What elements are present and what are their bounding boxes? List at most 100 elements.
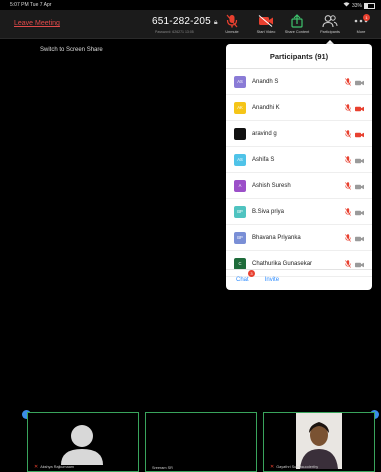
participants-list: AS Anandh S AK Anandhi K aravind g AS Ashifa S…	[226, 69, 372, 277]
mic-muted-icon	[345, 229, 351, 247]
avatar: AS	[234, 153, 246, 166]
avatar: AS	[234, 75, 246, 88]
participant-row[interactable]: BP B.Siva priya	[226, 199, 372, 225]
panel-footer: Chat 3 Invite	[226, 269, 372, 290]
chat-button[interactable]: Chat 3	[236, 270, 255, 283]
unmute-label: Unmute	[225, 30, 239, 34]
video-tile[interactable]: Sreeram SR	[145, 412, 257, 472]
video-strip: ✕ Akshya Rajkumaam Sreeram SR ✕ Gayathri…	[0, 408, 381, 472]
battery-percent: 33%	[351, 2, 362, 9]
video-off-icon	[355, 99, 364, 117]
meeting-id-text: 651-282-205	[152, 16, 211, 27]
mic-muted-icon	[345, 151, 351, 169]
chat-badge: 3	[248, 270, 255, 277]
participants-label: Participants	[320, 30, 340, 34]
participant-name: aravind g	[252, 130, 277, 137]
tile-label: ✕ Akshya Rajkumaam	[34, 464, 74, 470]
participant-row[interactable]: aravind g	[226, 121, 372, 147]
leave-meeting-button[interactable]: Leave Meeting	[14, 20, 60, 27]
participant-video-feed	[296, 413, 342, 469]
mic-muted-icon	[345, 73, 351, 91]
avatar-initials: BP	[237, 209, 243, 214]
tile-label: ✕ Gayathri Sumasuoderthy	[270, 464, 318, 470]
share-icon	[290, 14, 304, 28]
avatar-initials: AS	[237, 79, 243, 84]
video-off-icon	[355, 229, 364, 247]
video-tile[interactable]: ✕ Akshya Rajkumaam	[27, 412, 139, 472]
unmute-button[interactable]: Unmute	[218, 14, 246, 38]
chat-label: Chat	[236, 277, 249, 283]
avatar-initials: A	[238, 183, 242, 188]
more-label: More	[356, 30, 366, 34]
tile-name: Sreeram SR	[152, 466, 173, 470]
avatar: BP	[234, 205, 246, 218]
video-tile[interactable]: ✕ Gayathri Sumasuoderthy	[263, 412, 375, 472]
battery-icon	[364, 2, 375, 9]
participant-name: B.Siva priya	[252, 208, 285, 215]
participants-icon	[322, 14, 338, 28]
more-button[interactable]: 1 More	[347, 14, 375, 38]
participant-name: Anandhi K	[252, 104, 280, 111]
share-content-label: Share Content	[284, 30, 310, 34]
participant-status	[345, 99, 364, 117]
avatar-initials: AK	[237, 105, 243, 110]
participant-name: Bhavana Priyanka	[252, 234, 301, 241]
participant-row[interactable]: AK Anandhi K	[226, 95, 372, 121]
tile-name: Gayathri Sumasuoderthy	[276, 465, 319, 469]
share-content-button[interactable]: Share Content	[283, 14, 311, 38]
wifi-icon	[343, 2, 350, 9]
mic-muted-icon	[226, 14, 238, 28]
video-off-icon	[355, 73, 364, 91]
mic-muted-icon: ✕	[270, 464, 275, 470]
avatar-initials: BP	[237, 235, 243, 240]
more-icon: 1	[354, 14, 370, 28]
video-off-icon	[355, 125, 364, 143]
start-video-label: Start Video	[256, 30, 276, 34]
avatar: A	[234, 179, 246, 192]
participant-name: Ashifa S	[252, 156, 275, 163]
mic-muted-icon	[345, 177, 351, 195]
participant-status	[345, 229, 364, 247]
participant-status	[345, 151, 364, 169]
meeting-id: 651-282-205 🔒︎	[152, 16, 218, 27]
participant-row[interactable]: AS Ashifa S	[226, 147, 372, 173]
video-off-icon	[355, 177, 364, 195]
start-video-button[interactable]: Start Video	[252, 14, 280, 38]
avatar	[234, 127, 246, 140]
invite-button[interactable]: Invite	[265, 277, 279, 283]
participant-name: Chathurika Gunasekar	[252, 260, 313, 267]
video-off-icon	[258, 14, 274, 28]
battery-indicator: 33%	[343, 2, 375, 9]
video-off-icon	[355, 151, 364, 169]
avatar-initials: C	[238, 261, 242, 266]
participant-status	[345, 73, 364, 91]
status-bar: 5:07 PM Tue 7 Apr 33%	[0, 0, 381, 10]
status-time: 5:07 PM Tue 7 Apr	[10, 2, 52, 8]
participant-status	[345, 177, 364, 195]
avatar: BP	[234, 231, 246, 244]
mic-muted-icon	[345, 99, 351, 117]
tile-name: Akshya Rajkumaam	[40, 465, 74, 469]
participant-status	[345, 125, 364, 143]
switch-to-screen-share-button[interactable]: Switch to Screen Share	[40, 47, 103, 53]
participant-row[interactable]: AS Anandh S	[226, 69, 372, 95]
participant-row[interactable]: A Ashish Suresh	[226, 173, 372, 199]
avatar: C	[234, 257, 246, 270]
participants-panel: Participants (91) AS Anandh S AK Anandhi K a…	[226, 44, 372, 290]
participant-row[interactable]: BP Bhavana Priyanka	[226, 225, 372, 251]
avatar-initials: AS	[237, 157, 243, 162]
panel-title: Participants (91)	[226, 44, 372, 69]
default-avatar-icon	[61, 425, 103, 465]
meeting-password: Password: 626271 13:05	[155, 30, 194, 34]
participants-button[interactable]: Participants	[316, 14, 344, 38]
participant-status	[345, 203, 364, 221]
meeting-toolbar: Leave Meeting 651-282-205 🔒︎ Password: 62…	[0, 10, 381, 39]
mic-muted-icon	[345, 125, 351, 143]
mic-muted-icon: ✕	[34, 464, 39, 470]
avatar: AK	[234, 101, 246, 114]
more-badge: 1	[363, 14, 370, 21]
mic-muted-icon	[345, 203, 351, 221]
video-off-icon	[355, 203, 364, 221]
participant-name: Anandh S	[252, 78, 279, 85]
participant-name: Ashish Suresh	[252, 182, 291, 189]
